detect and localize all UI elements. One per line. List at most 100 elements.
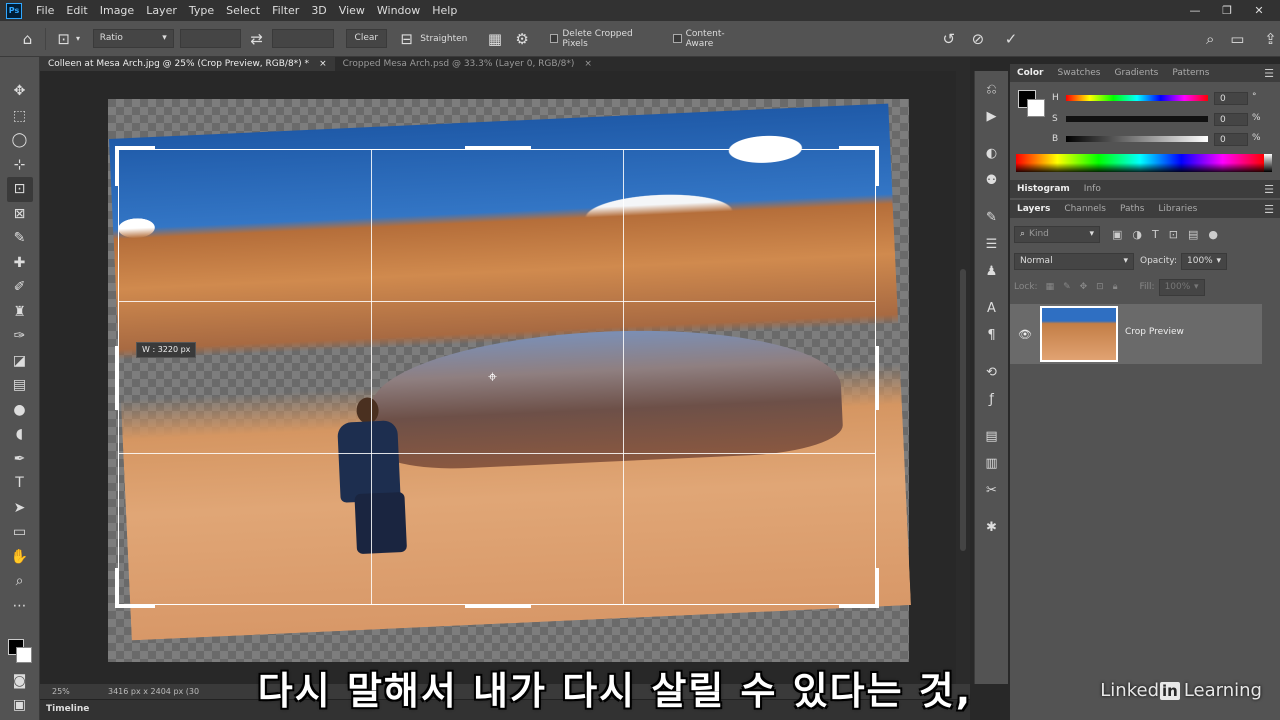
menu-type[interactable]: Type xyxy=(183,4,220,17)
menu-edit[interactable]: Edit xyxy=(60,4,93,17)
glyphs-panel-icon[interactable]: ▤ xyxy=(979,424,1005,448)
layer-row-crop-preview[interactable]: 👁︎ Crop Preview xyxy=(1010,304,1262,364)
lasso-tool-icon[interactable]: ◯ xyxy=(7,128,33,153)
lock-artboard-icon[interactable]: ⊡ xyxy=(1096,282,1104,292)
brightness-track[interactable] xyxy=(1066,136,1208,142)
document-tab-inactive[interactable]: Cropped Mesa Arch.psd @ 33.3% (Layer 0, … xyxy=(335,57,600,71)
navigator-panel-icon[interactable]: ⟲ xyxy=(979,360,1005,384)
tab-gradients[interactable]: Gradients xyxy=(1108,68,1166,78)
crop-handle-bottom-left[interactable] xyxy=(115,604,155,608)
hand-tool-icon[interactable]: ✋ xyxy=(7,545,33,570)
hue-value-input[interactable]: 0 xyxy=(1214,92,1248,105)
frame-tool-icon[interactable]: ⊠ xyxy=(7,202,33,227)
ratio-height-input[interactable] xyxy=(272,29,334,48)
canvas-vertical-scrollbar[interactable] xyxy=(956,71,970,684)
crop-handle-bottom-right[interactable] xyxy=(875,568,879,608)
clone-stamp-tool-icon[interactable]: ♜ xyxy=(7,300,33,325)
color-background-swatch[interactable] xyxy=(1027,99,1045,117)
layer-kind-filter[interactable]: ⌕ Kind ▾ xyxy=(1014,225,1100,243)
menu-layer[interactable]: Layer xyxy=(140,4,183,17)
crop-handle-bottom-left[interactable] xyxy=(115,568,119,608)
healing-brush-tool-icon[interactable]: ✚ xyxy=(7,251,33,276)
overlay-grid-icon[interactable]: ▦ xyxy=(485,30,504,48)
crop-handle-top-right[interactable] xyxy=(839,146,879,150)
brushes-panel-icon[interactable]: ✎ xyxy=(979,205,1005,229)
adjustments-panel-icon[interactable]: ◐ xyxy=(979,141,1005,165)
restore-icon[interactable]: ❐ xyxy=(1220,4,1234,17)
gear-icon[interactable]: ⚙ xyxy=(513,30,532,48)
lock-image-icon[interactable]: ✎ xyxy=(1063,282,1071,292)
blend-mode-select[interactable]: Normal ▾ xyxy=(1014,252,1134,270)
lock-all-icon[interactable]: 🔒︎ xyxy=(1113,282,1118,292)
filter-type-icon[interactable]: T xyxy=(1152,228,1159,241)
tab-channels[interactable]: Channels xyxy=(1057,204,1113,214)
minimize-icon[interactable]: — xyxy=(1188,4,1202,17)
brightness-slider[interactable]: B 0 % xyxy=(1052,133,1277,147)
menu-file[interactable]: File xyxy=(30,4,60,17)
tab-libraries[interactable]: Libraries xyxy=(1151,204,1204,214)
layer-name[interactable]: Crop Preview xyxy=(1125,327,1184,337)
tab-swatches[interactable]: Swatches xyxy=(1051,68,1108,78)
panel-menu-icon[interactable]: ☰ xyxy=(1264,67,1274,80)
color-swatches[interactable] xyxy=(6,635,34,663)
home-icon[interactable]: ⌂ xyxy=(18,30,37,48)
fill-input[interactable]: 100% ▾ xyxy=(1158,278,1205,296)
tab-info[interactable]: Info xyxy=(1077,184,1108,194)
tab-paths[interactable]: Paths xyxy=(1113,204,1151,214)
pen-tool-icon[interactable]: ✒ xyxy=(7,447,33,472)
eye-visibility-icon[interactable]: 👁︎ xyxy=(1018,328,1032,341)
history-panel-icon[interactable]: ⎌ xyxy=(979,77,1005,101)
brush-tool-icon[interactable]: ✐ xyxy=(7,275,33,300)
lock-position-icon[interactable]: ✥ xyxy=(1080,282,1088,292)
photoshop-logo[interactable]: Ps xyxy=(6,2,22,19)
filter-adjustment-icon[interactable]: ◑ xyxy=(1132,228,1142,241)
hue-slider[interactable]: H 0 ° xyxy=(1052,92,1277,106)
share-icon[interactable]: ⇪ xyxy=(1261,30,1280,48)
workspace-icon[interactable]: ▭ xyxy=(1228,30,1247,48)
type-tool-icon[interactable]: T xyxy=(7,471,33,496)
clone-source-panel-icon[interactable]: ♟ xyxy=(979,259,1005,283)
hue-track[interactable] xyxy=(1066,95,1208,101)
blur-tool-icon[interactable]: ● xyxy=(7,398,33,423)
canvas-area[interactable]: ⌖ W : 3220 px xyxy=(40,71,970,684)
menu-select[interactable]: Select xyxy=(220,4,266,17)
scrollbar-thumb[interactable] xyxy=(960,269,966,551)
filter-pixel-icon[interactable]: ▣ xyxy=(1112,228,1122,241)
crop-handle-left[interactable] xyxy=(115,346,119,410)
delete-cropped-checkbox[interactable] xyxy=(549,34,559,43)
notes-panel-icon[interactable]: ▥ xyxy=(979,451,1005,475)
menu-help[interactable]: Help xyxy=(426,4,463,17)
tab-histogram[interactable]: Histogram xyxy=(1010,184,1077,194)
crop-tool-preset-icon[interactable]: ⊡ xyxy=(54,30,73,48)
straighten-label[interactable]: Straighten xyxy=(420,34,467,44)
crop-handle-bottom-right[interactable] xyxy=(839,604,879,608)
dodge-tool-icon[interactable]: ◖ xyxy=(7,422,33,447)
panel-menu-icon[interactable]: ☰ xyxy=(1264,183,1274,196)
tab-patterns[interactable]: Patterns xyxy=(1165,68,1216,78)
zoom-tool-icon[interactable]: ⌕ xyxy=(7,569,33,594)
search-icon[interactable]: ⌕ xyxy=(1201,30,1220,48)
lock-transparent-icon[interactable]: ▦ xyxy=(1046,282,1055,292)
crop-handle-top[interactable] xyxy=(465,146,531,150)
panel-menu-icon[interactable]: ☰ xyxy=(1264,203,1274,216)
layer-thumbnail[interactable] xyxy=(1040,306,1118,362)
crop-handle-right[interactable] xyxy=(875,346,879,410)
filter-toggle-icon[interactable]: ● xyxy=(1208,228,1218,241)
saturation-track[interactable] xyxy=(1066,116,1208,122)
object-selection-tool-icon[interactable]: ⊹ xyxy=(7,153,33,178)
close-icon[interactable]: × xyxy=(319,59,327,69)
eraser-tool-icon[interactable]: ◪ xyxy=(7,349,33,374)
paragraph-panel-icon[interactable]: ¶ xyxy=(979,323,1005,347)
ratio-select[interactable]: Ratio ▾ xyxy=(92,29,174,48)
close-window-icon[interactable]: ✕ xyxy=(1252,4,1266,17)
crop-handle-top-left[interactable] xyxy=(115,146,119,186)
menu-3d[interactable]: 3D xyxy=(305,4,332,17)
menu-filter[interactable]: Filter xyxy=(266,4,305,17)
gradient-tool-icon[interactable]: ▤ xyxy=(7,373,33,398)
reset-icon[interactable]: ↺ xyxy=(939,30,958,48)
properties-panel-icon[interactable]: ƒ xyxy=(979,387,1005,411)
move-tool-icon[interactable]: ✥ xyxy=(7,79,33,104)
styles-panel-icon[interactable]: ⚉ xyxy=(979,168,1005,192)
crop-handle-top-right[interactable] xyxy=(875,146,879,186)
filter-shape-icon[interactable]: ⊡ xyxy=(1169,228,1178,241)
